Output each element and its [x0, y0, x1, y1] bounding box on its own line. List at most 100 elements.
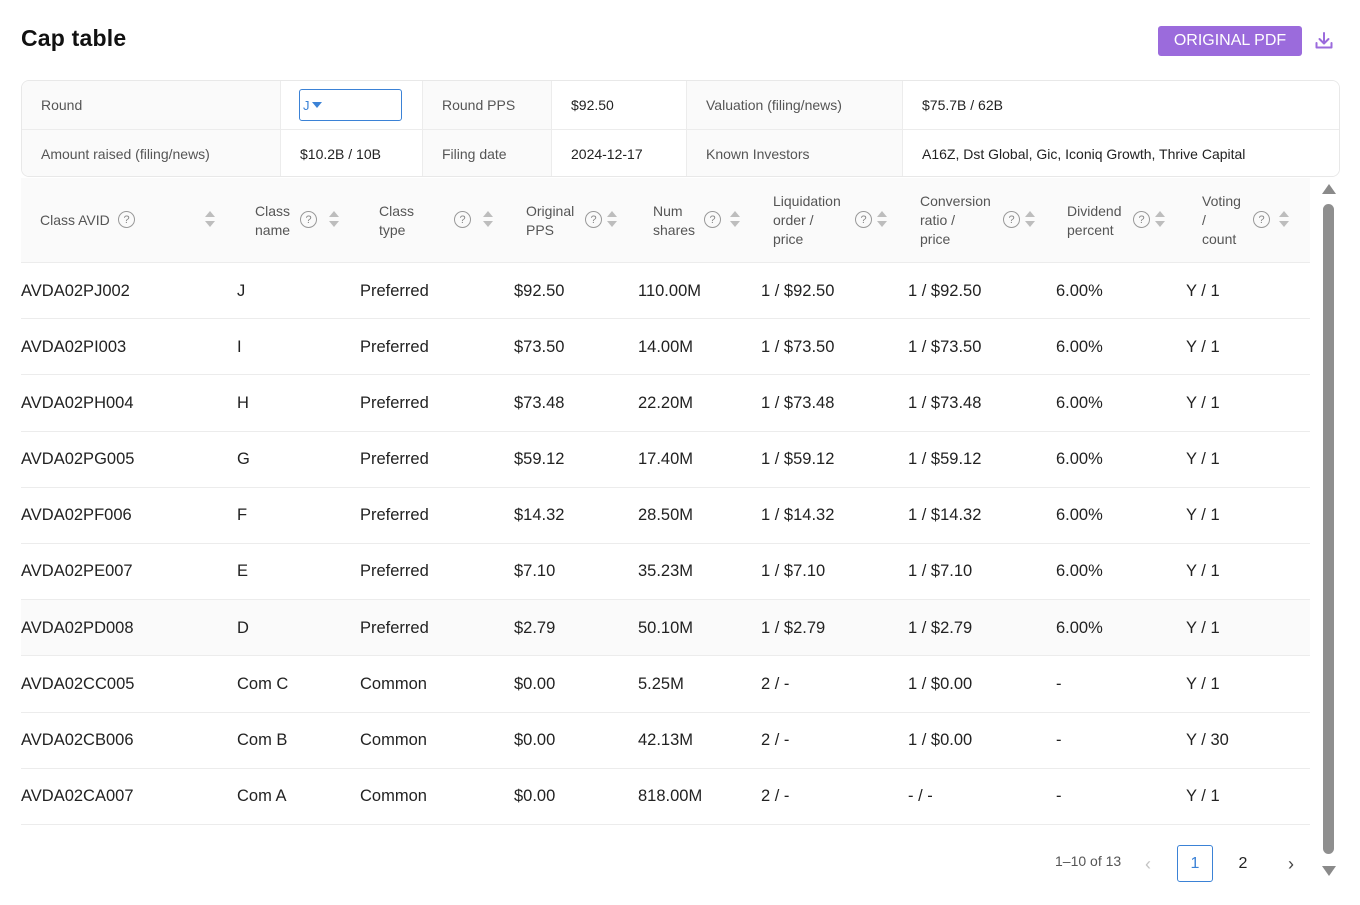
cell-class-name: H [237, 393, 249, 412]
cell-class-name: I [237, 337, 242, 356]
sort-icon[interactable] [1155, 211, 1165, 229]
cell-class-avid: AVDA02CB006 [21, 731, 134, 749]
sort-icon[interactable] [483, 211, 493, 229]
valuation-value: $75.7B / 62B [903, 81, 1339, 129]
round-summary: Round J Round PPS $92.50 Valuation (fili… [21, 80, 1340, 177]
cell-dividend: 6.00% [1056, 506, 1103, 525]
known-investors-value: A16Z, Dst Global, Gic, Iconiq Growth, Th… [903, 129, 1339, 176]
round-pps-label: Round PPS [423, 81, 552, 129]
table-row-hovered[interactable]: AVDA02PD008 D Preferred $2.79 50.10M 1 /… [21, 600, 1310, 657]
cell-original-pps: $73.50 [514, 337, 565, 356]
help-icon[interactable]: ? [585, 211, 602, 228]
cell-num-shares: 110.00M [638, 281, 701, 300]
sort-icon[interactable] [329, 211, 339, 229]
sort-icon[interactable] [730, 211, 740, 229]
cell-class-type: Preferred [360, 506, 429, 525]
page-button-2[interactable]: 2 [1225, 845, 1261, 882]
cell-voting: Y / 1 [1186, 787, 1220, 806]
amount-raised-label: Amount raised (filing/news) [22, 129, 281, 176]
cell-class-avid: AVDA02PJ002 [21, 281, 130, 300]
cell-voting: Y / 1 [1186, 506, 1220, 525]
cell-voting: Y / 30 [1186, 731, 1229, 749]
scroll-up-arrow-icon[interactable] [1322, 184, 1336, 194]
cell-num-shares: 5.25M [638, 674, 684, 693]
cell-class-avid: AVDA02PH004 [21, 393, 134, 412]
cell-num-shares: 42.13M [638, 731, 694, 749]
help-icon[interactable]: ? [1253, 211, 1270, 228]
column-header-class-type[interactable]: Class type [379, 178, 499, 263]
help-icon[interactable]: ? [454, 211, 471, 228]
table-row[interactable]: AVDA02CC005 Com C Common $0.00 5.25M 2 /… [21, 656, 1310, 713]
table-row[interactable]: AVDA02CA007 Com A Common $0.00 818.00M 2… [21, 769, 1310, 825]
cell-class-name: E [237, 562, 249, 581]
original-pdf-button[interactable]: ORIGINAL PDF [1158, 26, 1302, 56]
filing-date-value: 2024-12-17 [552, 129, 687, 176]
cell-num-shares: 818.00M [638, 787, 703, 806]
help-icon[interactable]: ? [704, 211, 721, 228]
round-pps-value: $92.50 [552, 81, 687, 129]
column-header-liquidation[interactable]: Liquidation order / price [773, 178, 893, 263]
help-icon[interactable]: ? [1003, 211, 1020, 228]
round-label: Round [22, 81, 281, 129]
column-header-conversion[interactable]: Conversion ratio / price [920, 178, 1040, 263]
help-icon[interactable]: ? [118, 211, 135, 228]
cell-class-name: Com C [237, 674, 289, 693]
sort-icon[interactable] [1279, 211, 1289, 229]
table-row[interactable]: AVDA02PF006 F Preferred $14.32 28.50M 1 … [21, 488, 1310, 544]
table-row[interactable]: AVDA02PJ002 J Preferred $92.50 110.00M 1… [21, 263, 1310, 320]
sort-icon[interactable] [1025, 211, 1035, 229]
round-select-value: J [303, 97, 310, 113]
cell-original-pps: $14.32 [514, 506, 565, 525]
cell-conversion: 1 / $73.50 [908, 337, 982, 356]
scroll-down-arrow-icon[interactable] [1322, 866, 1336, 876]
table-header: Class AVID ? Class name ? Class type ? O… [21, 178, 1310, 263]
round-select-cell: J [281, 81, 423, 129]
cell-class-avid: AVDA02PE007 [21, 562, 133, 581]
vertical-scrollbar-thumb[interactable] [1323, 204, 1334, 854]
help-icon[interactable]: ? [300, 211, 317, 228]
cell-voting: Y / 1 [1186, 618, 1220, 637]
table-row[interactable]: AVDA02PI003 I Preferred $73.50 14.00M 1 … [21, 319, 1310, 376]
cell-liquidation: 1 / $2.79 [761, 618, 826, 637]
cell-voting: Y / 1 [1186, 674, 1220, 693]
sort-icon[interactable] [205, 211, 215, 229]
page-button-1[interactable]: 1 [1177, 845, 1213, 882]
download-icon[interactable] [1313, 30, 1335, 52]
cell-dividend: - [1056, 731, 1062, 749]
cell-num-shares: 28.50M [638, 506, 694, 525]
cell-class-type: Preferred [360, 562, 429, 581]
column-header-dividend[interactable]: Dividend percent [1067, 178, 1167, 263]
help-icon[interactable]: ? [855, 211, 872, 228]
cell-original-pps: $92.50 [514, 281, 565, 300]
sort-icon[interactable] [607, 211, 617, 229]
filing-date-label: Filing date [423, 129, 552, 176]
cell-original-pps: $7.10 [514, 562, 556, 581]
table-row[interactable]: AVDA02PE007 E Preferred $7.10 35.23M 1 /… [21, 544, 1310, 601]
sort-icon[interactable] [877, 211, 887, 229]
table-row[interactable]: AVDA02PH004 H Preferred $73.48 22.20M 1 … [21, 375, 1310, 432]
prev-page-chevron-icon[interactable]: ‹ [1138, 854, 1158, 874]
cell-voting: Y / 1 [1186, 337, 1220, 356]
cell-num-shares: 22.20M [638, 393, 694, 412]
cell-dividend: 6.00% [1056, 450, 1103, 469]
cell-voting: Y / 1 [1186, 281, 1220, 300]
cell-class-name: Com B [237, 731, 288, 749]
cell-class-type: Common [360, 787, 427, 806]
cell-class-avid: AVDA02PD008 [21, 618, 134, 637]
help-icon[interactable]: ? [1133, 211, 1150, 228]
cell-liquidation: 1 / $92.50 [761, 281, 835, 300]
cell-dividend: 6.00% [1056, 281, 1103, 300]
cell-class-type: Common [360, 731, 427, 749]
cell-original-pps: $0.00 [514, 731, 556, 749]
round-select[interactable]: J [299, 89, 402, 121]
table-row[interactable]: AVDA02PG005 G Preferred $59.12 17.40M 1 … [21, 432, 1310, 488]
cell-num-shares: 17.40M [638, 450, 694, 469]
cell-original-pps: $0.00 [514, 787, 556, 806]
cell-num-shares: 50.10M [638, 618, 694, 637]
caret-down-icon [311, 102, 322, 108]
cell-liquidation: 1 / $73.48 [761, 393, 835, 412]
page-title: Cap table [21, 25, 127, 51]
cell-class-name: G [237, 450, 250, 469]
table-row[interactable]: AVDA02CB006 Com B Common $0.00 42.13M 2 … [21, 713, 1310, 769]
next-page-chevron-icon[interactable]: › [1281, 854, 1301, 874]
